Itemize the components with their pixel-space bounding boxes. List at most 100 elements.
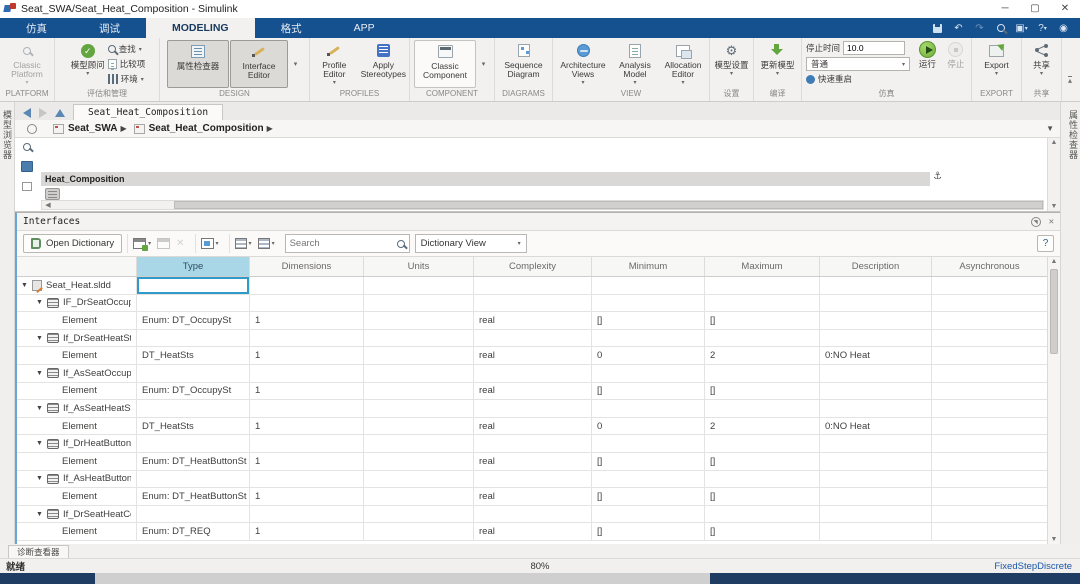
sequence-diagram-button[interactable]: Sequence Diagram <box>496 40 551 88</box>
cell-units[interactable] <box>364 330 474 347</box>
cell-minimum[interactable] <box>592 295 705 312</box>
expander-icon[interactable]: ▼ <box>36 335 43 342</box>
property-inspector-strip[interactable]: 属性检查器 <box>1060 102 1080 544</box>
table-row[interactable]: ElementEnum: DT_HeatButtonSt1real[][] <box>17 488 1047 506</box>
allocation-editor-button[interactable]: Allocation Editor ▾ <box>659 40 707 88</box>
cell-complexity[interactable]: real <box>474 488 592 505</box>
cell-dimensions[interactable] <box>250 506 364 523</box>
cell-complexity[interactable] <box>474 435 592 452</box>
column-header-units[interactable]: Units <box>364 257 474 276</box>
tree-cell[interactable]: Element <box>17 488 137 505</box>
scroll-up-icon[interactable]: ▲ <box>1048 139 1060 146</box>
add-interface-button[interactable]: ▾ <box>131 234 153 253</box>
table-row[interactable]: ▼If_DrSeatHeatCo <box>17 506 1047 524</box>
cell-complexity[interactable]: real <box>474 383 592 400</box>
cell-complexity[interactable] <box>474 330 592 347</box>
cell-dimensions[interactable] <box>250 400 364 417</box>
search-icon[interactable] <box>994 22 1007 35</box>
table-row[interactable]: ElementEnum: DT_HeatButtonSt1real[][] <box>17 453 1047 471</box>
cell-complexity[interactable] <box>474 365 592 382</box>
cell-type[interactable] <box>137 330 250 347</box>
cell-description[interactable] <box>820 453 932 470</box>
cell-dimensions[interactable] <box>250 295 364 312</box>
cell-minimum[interactable]: [] <box>592 488 705 505</box>
cell-type[interactable] <box>137 295 250 312</box>
cell-asynchronous[interactable] <box>932 506 1047 523</box>
export-button[interactable]: Export ▾ <box>982 40 1011 88</box>
cell-dimensions[interactable]: 1 <box>250 383 364 400</box>
pin-icon[interactable]: ⚓ <box>933 171 942 182</box>
zoom-canvas-icon[interactable] <box>21 140 34 153</box>
expander-icon[interactable]: ▼ <box>36 299 43 306</box>
scroll-thumb[interactable] <box>174 201 1043 209</box>
table-row[interactable]: ▼IF_DrSeatOccup <box>17 295 1047 313</box>
column-header-minimum[interactable]: Minimum <box>592 257 705 276</box>
cell-asynchronous[interactable] <box>932 295 1047 312</box>
column-header-maximum[interactable]: Maximum <box>705 257 820 276</box>
minimize-button[interactable]: ─ <box>990 1 1020 18</box>
tree-cell[interactable]: ▼If_DrSeatHeatCo <box>17 506 137 523</box>
cell-type[interactable]: Enum: DT_HeatButtonSt <box>137 488 250 505</box>
cell-units[interactable] <box>364 523 474 540</box>
cell-description[interactable] <box>820 277 932 294</box>
cell-minimum[interactable]: [] <box>592 523 705 540</box>
cell-asynchronous[interactable] <box>932 383 1047 400</box>
cell-units[interactable] <box>364 418 474 435</box>
cell-maximum[interactable] <box>705 295 820 312</box>
cell-maximum[interactable]: [] <box>705 312 820 329</box>
scroll-up-icon[interactable]: ▲ <box>1048 258 1060 265</box>
model-advisor-button[interactable]: ✓ 模型顾问 ▾ <box>69 40 107 88</box>
cell-description[interactable] <box>820 295 932 312</box>
cell-minimum[interactable] <box>592 506 705 523</box>
duplicate-button[interactable] <box>155 234 172 253</box>
cell-type[interactable]: Enum: DT_HeatButtonSt <box>137 453 250 470</box>
model-canvas[interactable]: Heat_Composition ⚓ ◀ ▲ ▼ <box>15 138 1060 212</box>
classic-component-button[interactable]: Classic Component <box>414 40 476 88</box>
tree-cell[interactable]: Element <box>17 453 137 470</box>
find-button[interactable]: 查找▾ <box>108 43 146 56</box>
table-row[interactable]: ElementEnum: DT_OccupySt1real[][] <box>17 383 1047 401</box>
cell-description[interactable] <box>820 383 932 400</box>
tab-debug[interactable]: 调试 <box>73 18 146 38</box>
cell-units[interactable] <box>364 506 474 523</box>
cell-complexity[interactable] <box>474 400 592 417</box>
maximize-button[interactable]: ▢ <box>1020 1 1050 18</box>
cell-dimensions[interactable] <box>250 365 364 382</box>
environment-button[interactable]: 环境▾ <box>108 73 146 86</box>
cell-units[interactable] <box>364 453 474 470</box>
cell-complexity[interactable] <box>474 471 592 488</box>
component-block[interactable] <box>45 188 60 200</box>
table-row[interactable]: ▼If_AsSeatOccupy <box>17 365 1047 383</box>
canvas-vertical-scrollbar[interactable]: ▲ ▼ <box>1047 138 1060 211</box>
stop-time-input[interactable] <box>843 41 905 55</box>
cell-description[interactable]: 0:NO Heat <box>820 418 932 435</box>
close-panel-icon[interactable]: ✕ <box>1049 217 1054 227</box>
expander-icon[interactable]: ▼ <box>36 475 43 482</box>
cell-type[interactable]: Enum: DT_REQ <box>137 523 250 540</box>
cell-asynchronous[interactable] <box>932 400 1047 417</box>
cell-type[interactable]: DT_HeatSts <box>137 347 250 364</box>
column-header-tree[interactable] <box>17 257 137 276</box>
cell-type[interactable] <box>137 471 250 488</box>
cell-description[interactable] <box>820 312 932 329</box>
help-icon[interactable]: ?▾ <box>1036 22 1049 35</box>
add-element-button[interactable]: ▾ <box>233 234 254 253</box>
cell-maximum[interactable]: [] <box>705 488 820 505</box>
analysis-model-button[interactable]: Analysis Model ▾ <box>612 40 658 88</box>
cell-minimum[interactable] <box>592 400 705 417</box>
add-value-type-button[interactable]: ▾ <box>256 234 277 253</box>
column-header-complexity[interactable]: Complexity <box>474 257 592 276</box>
cell-type[interactable] <box>137 277 250 294</box>
cell-complexity[interactable]: real <box>474 523 592 540</box>
fast-restart-toggle[interactable]: 快速重启 <box>806 73 910 85</box>
scroll-down-icon[interactable]: ▼ <box>1048 203 1060 210</box>
cell-minimum[interactable]: 0 <box>592 347 705 364</box>
cell-description[interactable] <box>820 523 932 540</box>
cell-dimensions[interactable]: 1 <box>250 312 364 329</box>
component-more-button[interactable]: ▾ <box>477 40 490 88</box>
cell-asynchronous[interactable] <box>932 330 1047 347</box>
tree-cell[interactable]: ▼If_DrHeatButtonS <box>17 435 137 452</box>
close-button[interactable]: ✕ <box>1050 1 1080 18</box>
document-tab[interactable]: Seat_Heat_Composition <box>73 104 223 120</box>
search-input[interactable] <box>290 238 394 249</box>
